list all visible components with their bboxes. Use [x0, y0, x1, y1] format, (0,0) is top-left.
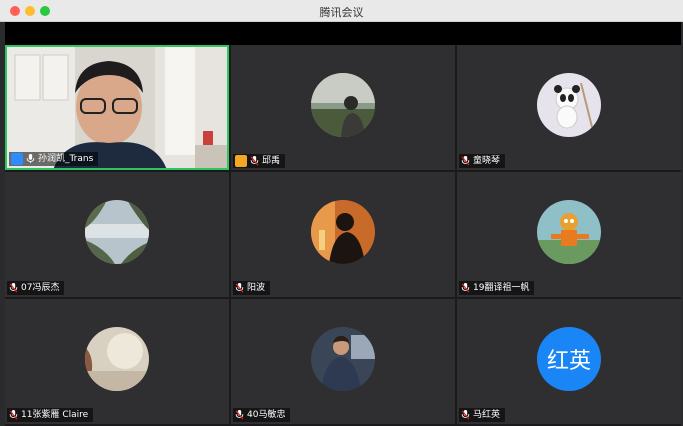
microphone-muted-icon	[461, 410, 470, 420]
participant-avatar	[311, 200, 375, 264]
participant-tile[interactable]: 童晓琴	[457, 45, 681, 170]
top-toolbar-area	[5, 22, 681, 45]
participant-avatar	[85, 327, 149, 391]
participant-name: 19翻译祖一帆	[473, 283, 530, 293]
participant-tile[interactable]: 孙润凯_Trans	[5, 45, 229, 170]
title-bar: 腾讯会议	[0, 0, 683, 22]
participant-name-label: 阳波	[233, 281, 271, 295]
microphone-muted-icon	[235, 283, 244, 293]
participant-tile[interactable]: 40马敏忠	[231, 299, 455, 424]
participant-initials-avatar: 红英	[537, 327, 601, 391]
participant-name: 11张紫雁 Claire	[21, 410, 89, 420]
participant-name: 孙润凯_Trans	[38, 154, 94, 164]
participant-avatar	[311, 73, 375, 137]
microphone-icon	[26, 154, 35, 164]
participant-name-label: 马红英	[459, 408, 506, 422]
participant-name: 马红英	[473, 410, 501, 420]
video-grid: 孙润凯_Trans 邱禹 童晓琴 07冯辰杰 阳波 19翻译祖一帆 11张紫雁 …	[5, 45, 681, 426]
microphone-muted-icon	[235, 410, 244, 420]
microphone-muted-icon	[250, 156, 259, 166]
participant-tile[interactable]: 11张紫雁 Claire	[5, 299, 229, 424]
participant-name: 40马敏忠	[247, 410, 286, 420]
participant-tile[interactable]: 07冯辰杰	[5, 172, 229, 297]
cohost-user-icon	[235, 155, 247, 167]
meeting-window: 腾讯会议 孙润凯_Trans 邱禹 童晓琴 07冯辰杰 阳波 19翻译祖一帆 1…	[0, 0, 683, 426]
participant-name-label: 40马敏忠	[233, 408, 291, 422]
microphone-muted-icon	[461, 283, 470, 293]
microphone-muted-icon	[9, 283, 18, 293]
participant-name: 邱禹	[262, 156, 281, 166]
participant-name-label: 邱禹	[233, 154, 286, 168]
participant-name-label: 07冯辰杰	[7, 281, 65, 295]
participant-name-label: 19翻译祖一帆	[459, 281, 535, 295]
participant-name: 阳波	[247, 283, 266, 293]
window-title: 腾讯会议	[319, 6, 364, 19]
participant-tile[interactable]: 邱禹	[231, 45, 455, 170]
participant-avatar	[85, 200, 149, 264]
participant-name-label: 11张紫雁 Claire	[7, 408, 94, 422]
participant-tile[interactable]: 19翻译祖一帆	[457, 172, 681, 297]
participant-tile[interactable]: 红英 马红英	[457, 299, 681, 424]
participant-tile[interactable]: 阳波	[231, 172, 455, 297]
participant-avatar	[537, 200, 601, 264]
microphone-muted-icon	[461, 156, 470, 166]
microphone-muted-icon	[9, 410, 18, 420]
participant-avatar	[537, 73, 601, 137]
participant-name: 07冯辰杰	[21, 283, 60, 293]
participant-name: 童晓琴	[473, 156, 501, 166]
host-user-icon	[11, 153, 23, 165]
participant-name-label: 孙润凯_Trans	[9, 152, 99, 166]
participant-name-label: 童晓琴	[459, 154, 506, 168]
participant-avatar	[311, 327, 375, 391]
